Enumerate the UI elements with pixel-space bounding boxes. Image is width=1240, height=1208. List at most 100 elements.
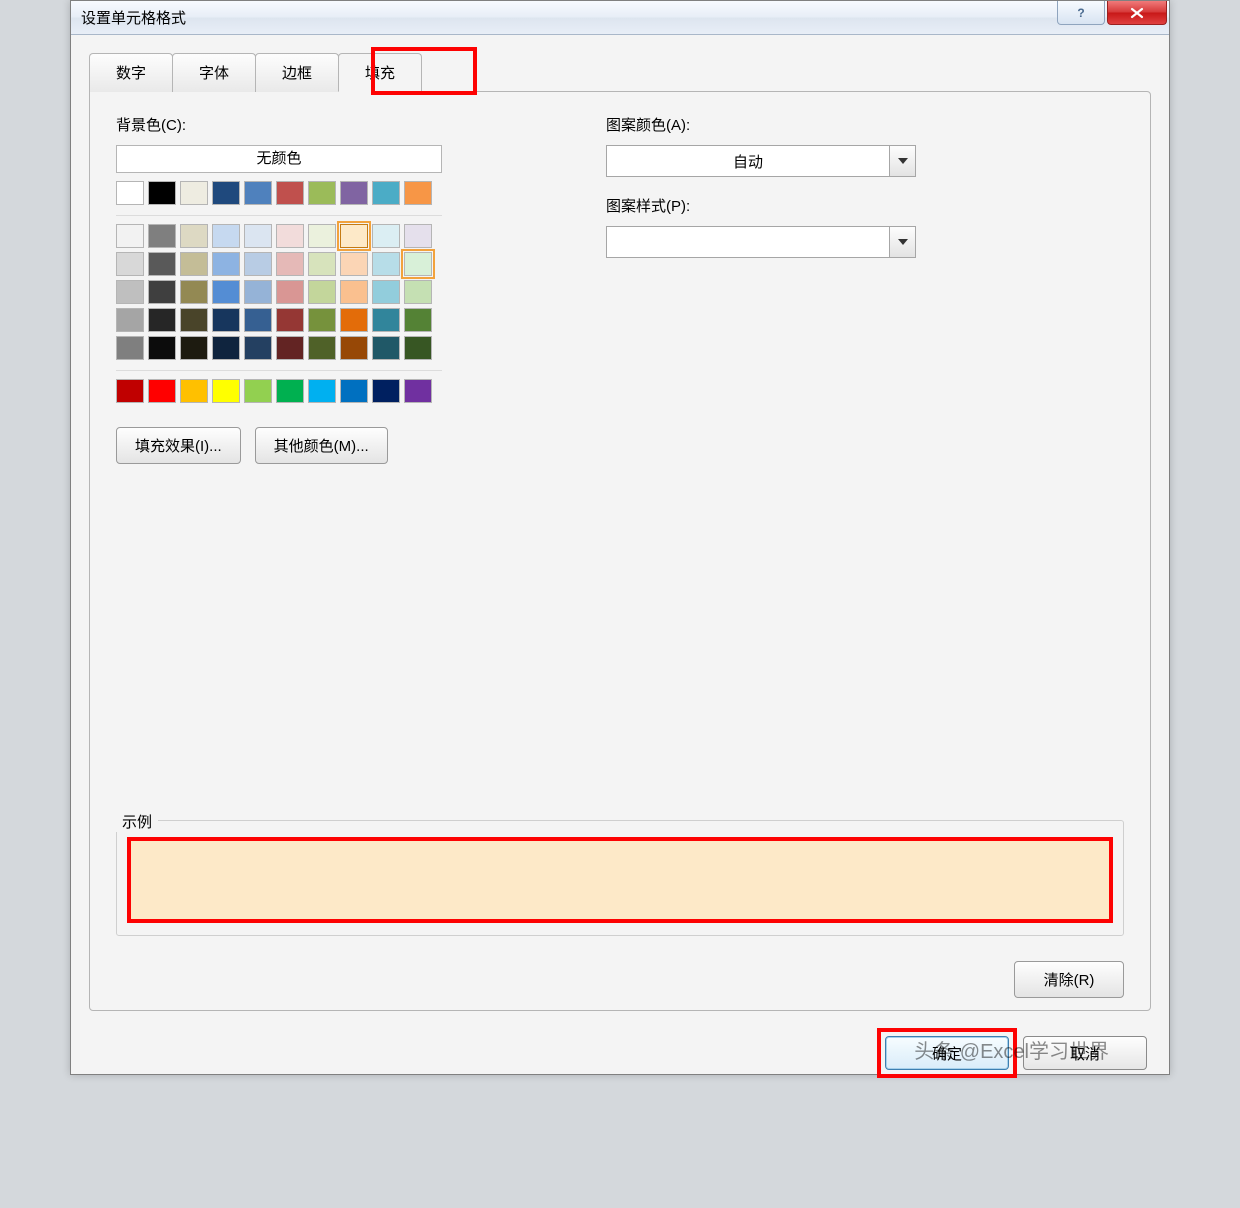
color-swatch[interactable]: [212, 224, 240, 248]
color-swatch[interactable]: [212, 336, 240, 360]
color-swatch[interactable]: [244, 336, 272, 360]
color-swatch[interactable]: [212, 280, 240, 304]
color-swatch[interactable]: [340, 308, 368, 332]
tab-font[interactable]: 字体: [172, 53, 256, 92]
color-swatch[interactable]: [372, 252, 400, 276]
color-swatch[interactable]: [340, 181, 368, 205]
color-swatch[interactable]: [340, 252, 368, 276]
color-swatch[interactable]: [404, 336, 432, 360]
color-swatch[interactable]: [212, 379, 240, 403]
chevron-down-icon[interactable]: [889, 227, 915, 257]
color-swatch[interactable]: [372, 308, 400, 332]
pattern-section: 图案颜色(A): 自动 图案样式(P):: [606, 114, 1124, 464]
color-swatch[interactable]: [372, 336, 400, 360]
color-swatch[interactable]: [116, 181, 144, 205]
color-swatch[interactable]: [276, 252, 304, 276]
color-swatch[interactable]: [116, 379, 144, 403]
color-swatch[interactable]: [404, 280, 432, 304]
color-swatch[interactable]: [212, 252, 240, 276]
background-color-section: 背景色(C): 无颜色 填充效果(I)... 其他颜色(M)...: [116, 114, 546, 464]
color-swatch[interactable]: [244, 379, 272, 403]
color-swatch[interactable]: [276, 379, 304, 403]
dialog-footer: 确定 取消: [885, 1036, 1147, 1070]
color-swatch[interactable]: [180, 181, 208, 205]
color-swatch[interactable]: [404, 379, 432, 403]
color-swatch[interactable]: [116, 224, 144, 248]
color-swatch[interactable]: [276, 308, 304, 332]
color-swatch[interactable]: [180, 379, 208, 403]
color-swatch[interactable]: [116, 280, 144, 304]
color-swatch[interactable]: [308, 336, 336, 360]
color-swatch[interactable]: [148, 308, 176, 332]
color-swatch[interactable]: [404, 224, 432, 248]
color-swatch[interactable]: [276, 181, 304, 205]
color-swatch[interactable]: [372, 280, 400, 304]
color-palette: [116, 181, 546, 403]
color-swatch[interactable]: [116, 252, 144, 276]
color-swatch[interactable]: [308, 252, 336, 276]
color-swatch[interactable]: [148, 336, 176, 360]
chevron-down-icon[interactable]: [889, 146, 915, 176]
cancel-button[interactable]: 取消: [1023, 1036, 1147, 1070]
svg-text:?: ?: [1077, 6, 1084, 20]
color-swatch[interactable]: [404, 181, 432, 205]
ok-button[interactable]: 确定: [885, 1036, 1009, 1070]
fill-effects-button[interactable]: 填充效果(I)...: [116, 427, 241, 464]
titlebar-buttons: ?: [1057, 1, 1169, 25]
color-swatch[interactable]: [404, 308, 432, 332]
color-swatch[interactable]: [180, 308, 208, 332]
color-swatch[interactable]: [244, 181, 272, 205]
color-swatch[interactable]: [180, 224, 208, 248]
color-swatch[interactable]: [340, 224, 368, 248]
client-area: 数字 字体 边框 填充 背景色(C): 无颜色 填充效果(: [71, 35, 1169, 1074]
tab-number[interactable]: 数字: [89, 53, 173, 92]
color-swatch[interactable]: [244, 224, 272, 248]
color-swatch[interactable]: [212, 308, 240, 332]
color-swatch[interactable]: [340, 280, 368, 304]
color-swatch[interactable]: [180, 280, 208, 304]
no-color-button[interactable]: 无颜色: [116, 145, 442, 173]
color-swatch[interactable]: [372, 181, 400, 205]
color-swatch[interactable]: [116, 336, 144, 360]
color-swatch[interactable]: [308, 224, 336, 248]
tab-fill[interactable]: 填充: [338, 53, 422, 92]
close-button[interactable]: [1107, 1, 1167, 25]
pattern-color-combo[interactable]: 自动: [606, 145, 916, 177]
color-swatch[interactable]: [244, 252, 272, 276]
pattern-style-label: 图案样式(P):: [606, 195, 1124, 216]
tab-border[interactable]: 边框: [255, 53, 339, 92]
help-button[interactable]: ?: [1057, 1, 1105, 25]
titlebar: 设置单元格格式 ?: [71, 1, 1169, 35]
clear-button[interactable]: 清除(R): [1014, 961, 1124, 998]
color-swatch[interactable]: [308, 181, 336, 205]
color-swatch[interactable]: [308, 308, 336, 332]
example-box: [116, 820, 1124, 936]
color-swatch[interactable]: [340, 336, 368, 360]
color-swatch[interactable]: [180, 252, 208, 276]
more-colors-button[interactable]: 其他颜色(M)...: [255, 427, 388, 464]
color-swatch[interactable]: [308, 379, 336, 403]
pattern-color-label: 图案颜色(A):: [606, 114, 1124, 135]
color-swatch[interactable]: [212, 181, 240, 205]
color-swatch[interactable]: [276, 280, 304, 304]
color-swatch[interactable]: [148, 252, 176, 276]
tabstrip: 数字 字体 边框 填充: [89, 53, 1151, 92]
color-swatch[interactable]: [180, 336, 208, 360]
color-swatch[interactable]: [340, 379, 368, 403]
pattern-style-combo[interactable]: [606, 226, 916, 258]
color-swatch[interactable]: [148, 224, 176, 248]
color-swatch[interactable]: [276, 224, 304, 248]
color-swatch[interactable]: [116, 308, 144, 332]
color-swatch[interactable]: [372, 379, 400, 403]
color-swatch[interactable]: [148, 379, 176, 403]
color-swatch[interactable]: [148, 280, 176, 304]
example-label: 示例: [116, 811, 158, 832]
color-swatch[interactable]: [308, 280, 336, 304]
color-swatch[interactable]: [372, 224, 400, 248]
color-swatch[interactable]: [404, 252, 432, 276]
color-swatch[interactable]: [244, 280, 272, 304]
color-swatch[interactable]: [276, 336, 304, 360]
color-swatch[interactable]: [148, 181, 176, 205]
color-swatch[interactable]: [244, 308, 272, 332]
background-color-label: 背景色(C):: [116, 114, 546, 135]
